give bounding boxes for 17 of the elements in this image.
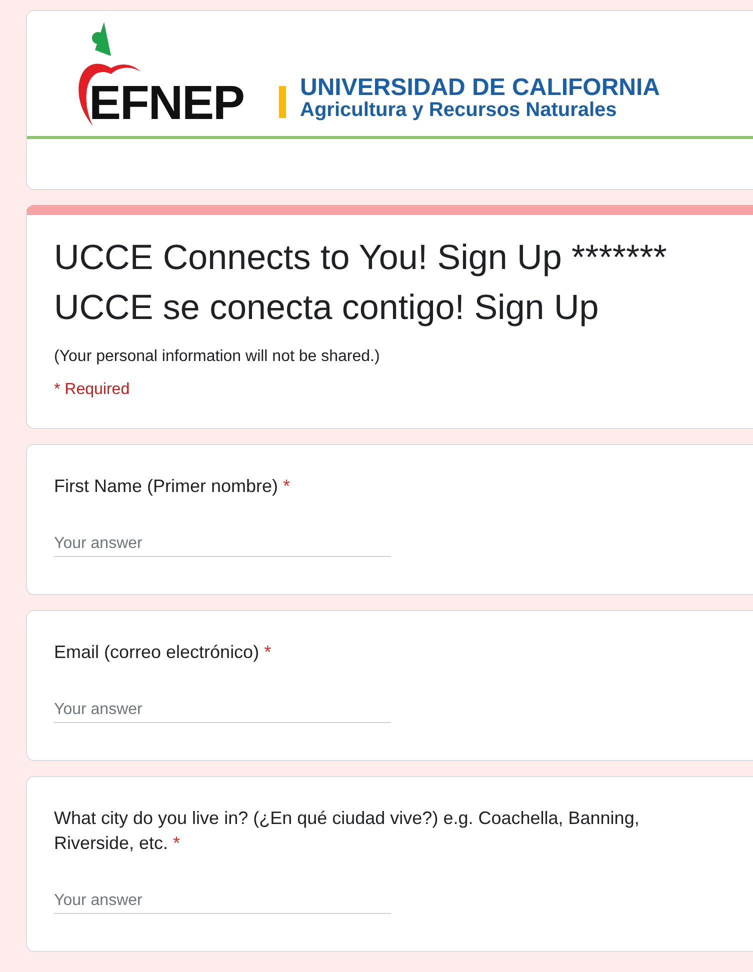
required-mark: * [264, 642, 272, 662]
form-description: (Your personal information will not be shared.) [54, 347, 381, 367]
division-name: Agricultura y Recursos Naturales [300, 100, 618, 120]
answer-field[interactable]: Your answer [54, 697, 391, 723]
logo-text: EFNEP [89, 80, 244, 128]
answer-field[interactable]: Your answer [54, 531, 391, 557]
question-label: Email (correo electrónico) * [54, 641, 272, 664]
logo-bar [279, 86, 286, 118]
required-mark: * [173, 833, 180, 853]
form-title: UCCE Connects to You! Sign Up ******* [54, 237, 668, 279]
question-label: What city do you live in? (¿En qué ciudad vive?) e.g. Coachella, Banning, Riverside, etc. * [54, 807, 640, 855]
question-label: First Name (Primer nombre) * [54, 475, 292, 498]
answer-field[interactable]: Your answer [54, 888, 391, 914]
required-mark: * [283, 476, 290, 496]
form-title: UCCE se conecta contigo! Sign Up [54, 287, 600, 329]
university-name: UNIVERSIDAD DE CALIFORNIA [300, 76, 660, 100]
required-note: * Required [54, 380, 131, 400]
